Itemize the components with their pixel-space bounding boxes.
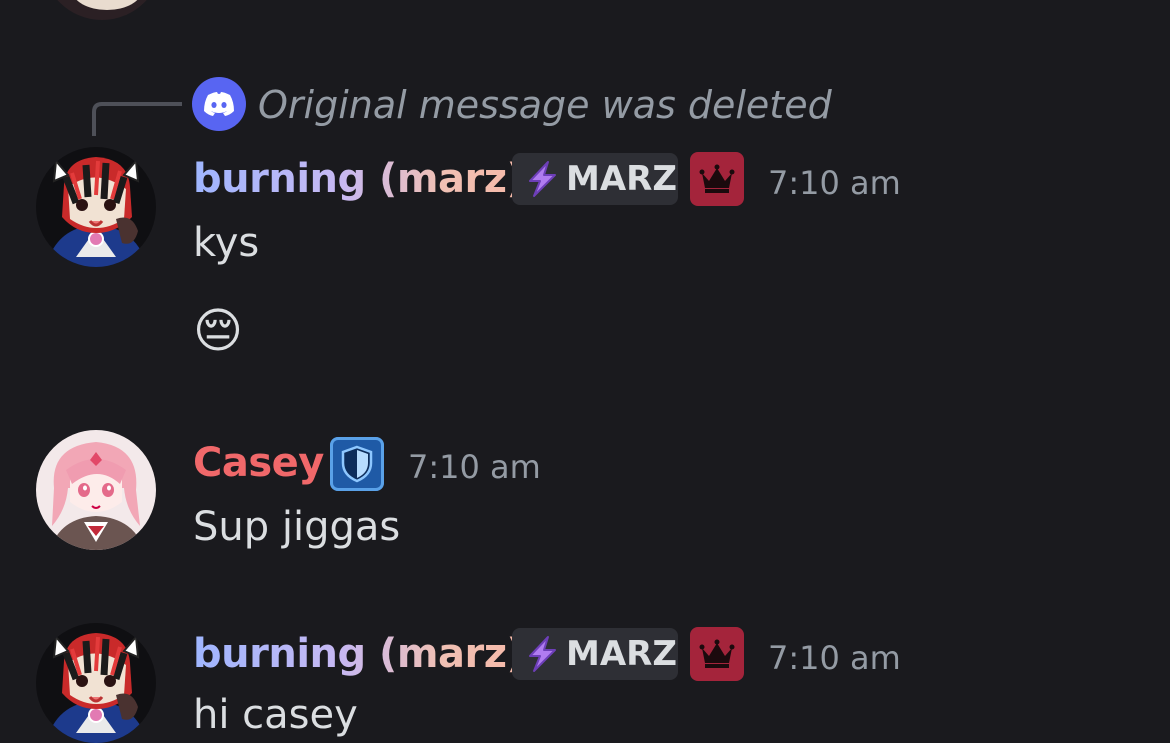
avatar[interactable]: [36, 147, 156, 267]
author-name[interactable]: burning (marz): [193, 153, 525, 205]
shield-icon[interactable]: [330, 437, 384, 491]
timestamp[interactable]: 7:10 am: [768, 163, 901, 203]
crown-icon[interactable]: [690, 152, 744, 206]
lightning-icon: [522, 634, 562, 674]
avatar[interactable]: [36, 623, 156, 743]
message-text: Sup jiggas: [193, 504, 401, 550]
avatar[interactable]: [36, 430, 156, 550]
message-text: kys: [193, 220, 260, 266]
lightning-icon: [522, 159, 562, 199]
reply-connector: [92, 102, 182, 136]
previous-message-avatar[interactable]: [42, 0, 162, 20]
discord-icon: [192, 77, 246, 131]
timestamp[interactable]: 7:10 am: [768, 638, 901, 678]
author-name[interactable]: burning (marz): [193, 628, 525, 680]
author-name[interactable]: Casey: [193, 437, 324, 489]
server-tag-label: MARZ: [566, 634, 677, 674]
emoji-pensive[interactable]: 😔: [193, 300, 243, 362]
message-text: hi casey: [193, 692, 358, 738]
reply-deleted-text[interactable]: Original message was deleted: [258, 80, 832, 130]
timestamp[interactable]: 7:10 am: [408, 447, 541, 487]
server-tag[interactable]: MARZ: [512, 628, 678, 680]
crown-icon[interactable]: [690, 627, 744, 681]
server-tag[interactable]: MARZ: [512, 153, 678, 205]
server-tag-label: MARZ: [566, 159, 677, 199]
